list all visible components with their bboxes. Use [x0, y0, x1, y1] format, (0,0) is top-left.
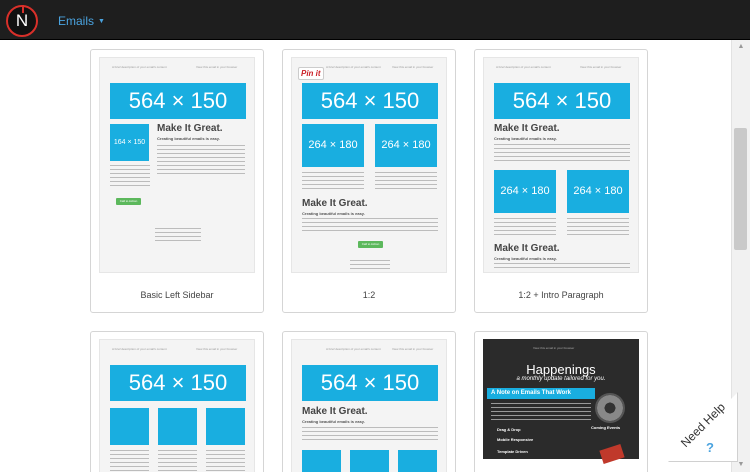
template-preview: A brief description of your email's cont…: [99, 339, 255, 472]
column-caption-3: [206, 450, 245, 472]
caret-down-icon: ▼: [98, 18, 105, 25]
sidebar-image-placeholder: 164 × 150: [110, 124, 149, 161]
scroll-up-icon[interactable]: ▲: [732, 40, 750, 54]
body-text: [157, 145, 245, 175]
question-icon[interactable]: ?: [706, 440, 714, 455]
bullet-drag-drop: Drag & Drop: [497, 427, 521, 432]
book-image: [599, 443, 625, 465]
content-subheading: Creating beautiful emails is easy.: [302, 419, 365, 424]
body-text: [494, 263, 630, 271]
bullet-template-driven: Template Driven: [497, 449, 528, 454]
newsletter-subtitle: a monthly update tailored for you.: [516, 376, 606, 382]
footer-text: [155, 228, 201, 244]
preheader-text: A brief description of your email's cont…: [496, 65, 551, 69]
column-caption-2: [158, 450, 197, 472]
section-heading: A Note on Emails That Work: [487, 388, 595, 399]
browser-link: View this email in your browser: [392, 65, 434, 69]
template-card-basic-left-sidebar[interactable]: A brief description of your email's cont…: [90, 49, 264, 313]
hero-image-placeholder: 564 × 150: [302, 365, 438, 401]
footer-text: [350, 260, 390, 270]
column-image-placeholder-1: [110, 408, 149, 445]
column-image-placeholder-left: 264 × 180: [302, 124, 364, 167]
preheader-text: A brief description of your email's cont…: [326, 347, 381, 351]
template-gallery: A brief description of your email's cont…: [0, 40, 731, 472]
column-caption-right: [375, 172, 437, 190]
template-preview: A brief description of your email's cont…: [99, 57, 255, 273]
content-heading: Make It Great.: [302, 406, 368, 417]
column-caption-1: [110, 450, 149, 472]
emails-menu[interactable]: Emails ▼: [58, 14, 105, 28]
content-subheading: Creating beautiful emails is easy.: [494, 136, 557, 141]
column-image-placeholder-2: [158, 408, 197, 445]
intro-paragraph: [302, 427, 438, 443]
template-card-1-3[interactable]: A brief description of your email's cont…: [90, 331, 264, 472]
column-caption-left: [494, 218, 556, 236]
content-subheading: Creating beautiful emails is easy.: [302, 211, 365, 216]
preheader-text: A brief description of your email's cont…: [326, 65, 381, 69]
content-heading: Make It Great.: [157, 123, 223, 134]
content-heading: Make It Great.: [494, 123, 560, 134]
content-heading: Make It Great.: [302, 198, 368, 209]
template-card-1-2[interactable]: A brief description of your email's cont…: [282, 49, 456, 313]
column-image-placeholder-3: [398, 450, 437, 472]
coming-events-label: Coming Events: [591, 425, 621, 430]
browser-link: View this email in your browser: [196, 65, 238, 69]
column-image-placeholder-2: [350, 450, 389, 472]
emails-menu-label: Emails: [58, 14, 95, 28]
call-to-action-button: Call to Action: [358, 241, 383, 248]
content-subheading: Creating beautiful emails is easy.: [157, 136, 220, 141]
preheader-text: A brief description of your email's cont…: [112, 65, 167, 69]
template-preview: A brief description of your email's cont…: [483, 57, 639, 273]
second-heading: Make It Great.: [494, 243, 560, 254]
column-image-placeholder-right: 264 × 180: [375, 124, 437, 167]
scrollbar-thumb[interactable]: [734, 128, 747, 250]
body-text: [302, 218, 438, 232]
browser-link: View this email in your browser: [196, 347, 238, 351]
column-image-placeholder-1: [302, 450, 341, 472]
column-caption-left: [302, 172, 364, 190]
pinterest-pin-button[interactable]: Pin it: [298, 67, 324, 80]
hero-image-placeholder: 564 × 150: [494, 83, 630, 119]
intro-paragraph: [494, 144, 630, 164]
top-bar: N Emails ▼: [0, 0, 750, 40]
column-image-placeholder-right: 264 × 180: [567, 170, 629, 213]
template-caption: 1:2 + Intro Paragraph: [518, 290, 604, 300]
browser-link: View this email in your browser: [580, 65, 622, 69]
logo-letter: N: [15, 11, 29, 30]
template-caption: 1:2: [362, 290, 376, 300]
template-card-1-3-intro[interactable]: A brief description of your email's cont…: [282, 331, 456, 472]
browser-link: View this email in your browser: [533, 346, 575, 350]
hero-image-placeholder: 564 × 150: [302, 83, 438, 119]
template-card-happenings[interactable]: View this email in your browser Happenin…: [474, 331, 648, 472]
template-card-1-2-intro-paragraph[interactable]: A brief description of your email's cont…: [474, 49, 648, 313]
template-caption: Basic Left Sidebar: [140, 290, 214, 300]
app-logo[interactable]: N: [6, 5, 38, 37]
bullet-mobile-responsive: Mobile Responsive: [497, 437, 534, 442]
template-preview: A brief description of your email's cont…: [291, 57, 447, 273]
newsletter-title: Happenings: [526, 362, 596, 377]
sidebar-caption: [110, 165, 150, 187]
column-caption-right: [567, 218, 629, 236]
section-text: [491, 403, 591, 423]
column-image-placeholder-3: [206, 408, 245, 445]
template-preview-dark: View this email in your browser Happenin…: [483, 339, 639, 465]
second-subheading: Creating beautiful emails is easy.: [494, 256, 557, 261]
hero-image-placeholder: 564 × 150: [110, 83, 246, 119]
template-preview: A brief description of your email's cont…: [291, 339, 447, 472]
call-to-action-button: Call to Action: [116, 198, 141, 205]
browser-link: View this email in your browser: [392, 347, 434, 351]
preheader-text: A brief description of your email's cont…: [112, 347, 167, 351]
hero-image-placeholder: 564 × 150: [110, 365, 246, 401]
gear-image: [595, 393, 625, 423]
column-image-placeholder-left: 264 × 180: [494, 170, 556, 213]
